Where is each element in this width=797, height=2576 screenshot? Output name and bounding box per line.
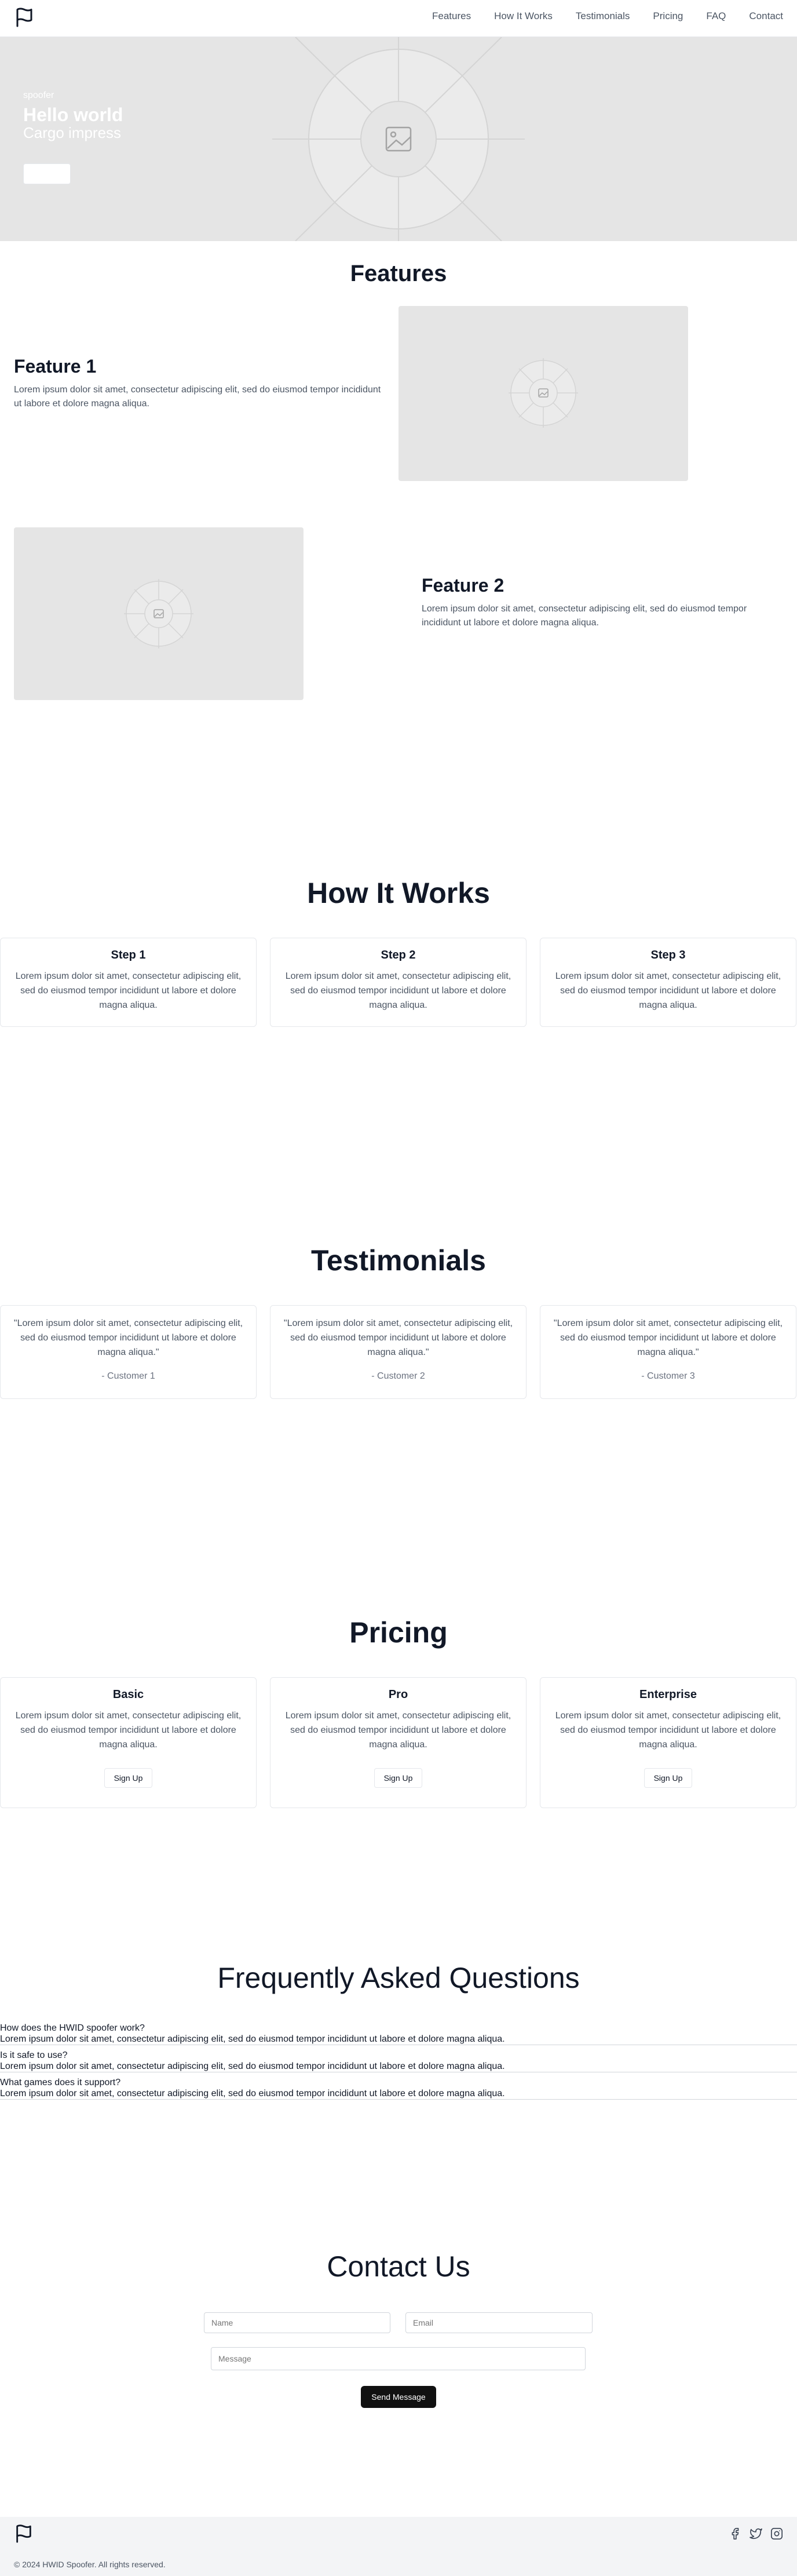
hero-title: Hello world: [23, 104, 123, 125]
plan-name: Basic: [112, 1688, 144, 1701]
facebook-icon[interactable]: [729, 2527, 741, 2540]
how-it-works-title: How It Works: [307, 877, 490, 909]
step-card-2: Step 2 Lorem ipsum dolor sit amet, conse…: [270, 938, 527, 1027]
testimonials-title: Testimonials: [311, 1244, 486, 1277]
nav-link-features[interactable]: Features: [432, 10, 471, 22]
social-links: [729, 2527, 783, 2540]
name-input[interactable]: [204, 2312, 390, 2333]
faq-divider: [0, 2099, 797, 2100]
feature-1-text: Lorem ipsum dolor sit amet, consectetur …: [14, 385, 381, 409]
feature-1-image: [398, 306, 688, 481]
faq-answer: Lorem ipsum dolor sit amet, consectetur …: [0, 2034, 505, 2044]
flag-logo-icon[interactable]: [14, 2524, 34, 2544]
nav-link-pricing[interactable]: Pricing: [653, 10, 683, 22]
feature-1-title: Feature 1: [14, 356, 97, 377]
feature-1: Feature 1 Lorem ipsum dolor sit amet, co…: [14, 356, 385, 411]
testimonial-card-3: "Lorem ipsum dolor sit amet, consectetur…: [540, 1305, 796, 1399]
nav-link-contact[interactable]: Contact: [749, 10, 783, 22]
nav-link-testimonials[interactable]: Testimonials: [576, 10, 630, 22]
image-placeholder-icon: [509, 358, 578, 428]
twitter-icon[interactable]: [750, 2527, 762, 2540]
testimonial-card-1: "Lorem ipsum dolor sit amet, consectetur…: [0, 1305, 257, 1399]
pricing-title: Pricing: [349, 1616, 448, 1649]
copyright-text: © 2024 HWID Spoofer. All rights reserved…: [14, 2560, 166, 2569]
faq-question[interactable]: What games does it support?: [0, 2077, 797, 2088]
send-message-button[interactable]: Send Message: [361, 2386, 436, 2408]
instagram-icon[interactable]: [770, 2527, 783, 2540]
step-text: Lorem ipsum dolor sit amet, consectetur …: [285, 971, 511, 1010]
testimonial-author: - Customer 3: [641, 1371, 695, 1381]
feature-2-text: Lorem ipsum dolor sit amet, consectetur …: [422, 604, 747, 628]
plan-text: Lorem ipsum dolor sit amet, consectetur …: [555, 1711, 781, 1750]
testimonial-author: - Customer 1: [101, 1371, 155, 1381]
faq-list: How does the HWID spoofer work? Lorem ip…: [0, 2023, 797, 2104]
step-card-1: Step 1 Lorem ipsum dolor sit amet, conse…: [0, 938, 257, 1027]
hero-cta-button[interactable]: [23, 163, 71, 184]
pricing-card-pro: Pro Lorem ipsum dolor sit amet, consecte…: [270, 1677, 527, 1808]
nav-link-how-it-works[interactable]: How It Works: [494, 10, 553, 22]
step-title: Step 1: [111, 949, 146, 961]
faq-answer: Lorem ipsum dolor sit amet, consectetur …: [0, 2061, 505, 2071]
sign-up-button[interactable]: Sign Up: [374, 1768, 423, 1788]
testimonial-card-2: "Lorem ipsum dolor sit amet, consectetur…: [270, 1305, 527, 1399]
step-title: Step 3: [650, 949, 686, 961]
testimonial-author: - Customer 2: [371, 1371, 425, 1381]
hero-eyebrow: spoofer: [23, 90, 54, 100]
feature-2-image: [14, 527, 304, 700]
footer: © 2024 HWID Spoofer. All rights reserved…: [0, 2517, 797, 2576]
plan-text: Lorem ipsum dolor sit amet, consectetur …: [285, 1711, 511, 1750]
faq-answer: Lorem ipsum dolor sit amet, consectetur …: [0, 2089, 505, 2098]
email-input[interactable]: [405, 2312, 593, 2333]
sign-up-button[interactable]: Sign Up: [644, 1768, 693, 1788]
testimonial-quote: "Lorem ipsum dolor sit amet, consectetur…: [283, 1318, 513, 1357]
hero-subtitle: Cargo impress: [23, 124, 122, 141]
testimonial-quote: "Lorem ipsum dolor sit amet, consectetur…: [553, 1318, 783, 1357]
hero-section: spoofer Hello world Cargo impress: [0, 37, 797, 241]
faq-title: Frequently Asked Questions: [217, 1962, 580, 1994]
sign-up-button[interactable]: Sign Up: [104, 1768, 153, 1788]
nav-link-faq[interactable]: FAQ: [706, 10, 726, 22]
plan-name: Pro: [388, 1688, 408, 1701]
nav-links: Features How It Works Testimonials Prici…: [432, 0, 783, 32]
step-text: Lorem ipsum dolor sit amet, consectetur …: [555, 971, 781, 1010]
plan-name: Enterprise: [639, 1688, 697, 1701]
contact-title: Contact Us: [327, 2250, 470, 2283]
faq-question[interactable]: How does the HWID spoofer work?: [0, 2023, 797, 2034]
step-title: Step 2: [381, 949, 416, 961]
plan-text: Lorem ipsum dolor sit amet, consectetur …: [15, 1711, 242, 1750]
features-title: Features: [350, 261, 447, 286]
step-text: Lorem ipsum dolor sit amet, consectetur …: [15, 971, 242, 1010]
flag-logo-icon[interactable]: [14, 7, 35, 28]
pricing-card-basic: Basic Lorem ipsum dolor sit amet, consec…: [0, 1677, 257, 1808]
top-navbar: Features How It Works Testimonials Prici…: [0, 0, 797, 37]
testimonial-quote: "Lorem ipsum dolor sit amet, consectetur…: [13, 1318, 243, 1357]
feature-2: Feature 2 Lorem ipsum dolor sit amet, co…: [422, 575, 783, 630]
message-input[interactable]: [211, 2347, 586, 2370]
step-card-3: Step 3 Lorem ipsum dolor sit amet, conse…: [540, 938, 796, 1027]
faq-question[interactable]: Is it safe to use?: [0, 2050, 797, 2061]
feature-2-title: Feature 2: [422, 575, 504, 596]
pricing-card-enterprise: Enterprise Lorem ipsum dolor sit amet, c…: [540, 1677, 796, 1808]
image-placeholder-icon: [124, 579, 193, 648]
